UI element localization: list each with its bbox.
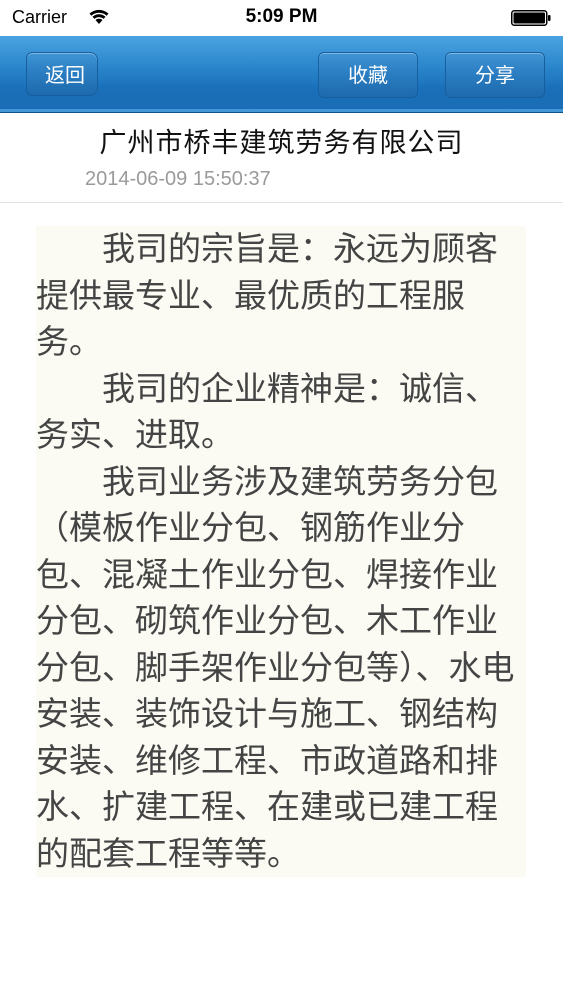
- article-paragraph: 我司的宗旨是：永远为顾客提供最专业、最优质的工程服务。: [36, 226, 526, 366]
- article-paragraph: 我司业务涉及建筑劳务分包（模板作业分包、钢筋作业分包、混凝土作业分包、焊接作业分…: [36, 458, 526, 877]
- battery-icon: [511, 10, 551, 26]
- header-divider: [0, 202, 563, 203]
- article-paragraph: 我司的企业精神是：诚信、务实、进取。: [36, 365, 526, 459]
- favorite-button[interactable]: 收藏: [318, 52, 418, 98]
- back-button[interactable]: 返回: [26, 52, 98, 96]
- article-title: 广州市桥丰建筑劳务有限公司: [99, 128, 464, 159]
- article-date: 2014-06-09 15:50:37: [85, 168, 271, 190]
- article-body: 我司的宗旨是：永远为顾客提供最专业、最优质的工程服务。 我司的企业精神是：诚信、…: [36, 226, 526, 877]
- navigation-bar: 返回 收藏 分享: [0, 36, 563, 113]
- status-time: 5:09 PM: [245, 6, 318, 27]
- share-button[interactable]: 分享: [445, 52, 545, 98]
- status-bar: Carrier 5:09 PM: [0, 0, 563, 36]
